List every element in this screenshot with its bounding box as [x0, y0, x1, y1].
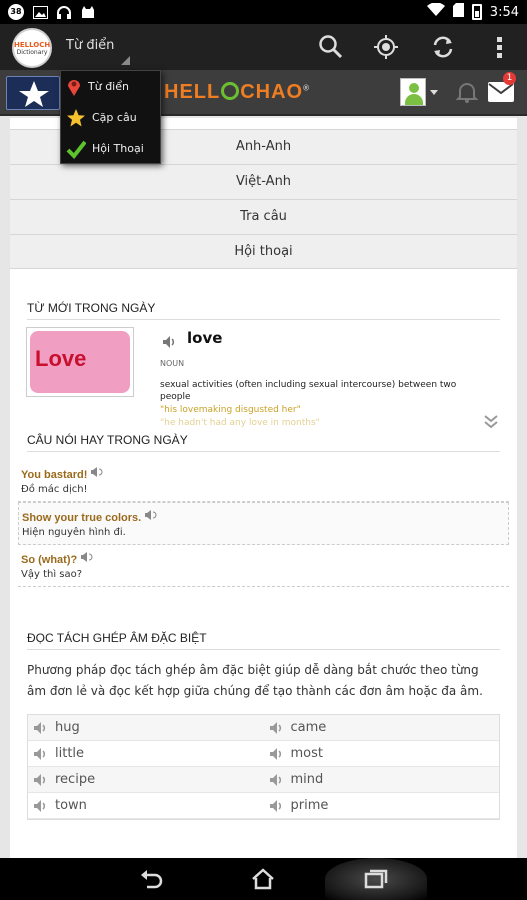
chevron-down-icon[interactable] — [430, 90, 438, 95]
headset-icon — [56, 4, 72, 20]
table-row: town prime — [28, 793, 499, 819]
speaker-icon — [34, 773, 46, 786]
phonics-word[interactable]: hug — [28, 715, 264, 740]
word-title: love — [187, 329, 223, 347]
spinner-arrow-icon[interactable] — [121, 56, 130, 65]
mail-badge: 1 — [503, 72, 516, 85]
section-title: TỪ MỚI TRONG NGÀY — [27, 301, 500, 320]
speaker-icon[interactable] — [90, 466, 104, 478]
action-bar: HELLOCHAO Dictionary Từ điển — [0, 24, 527, 70]
phrase-item[interactable]: Show your true colors. Hiện nguyên hình … — [18, 502, 509, 545]
status-bar: 38 3:54 — [0, 0, 527, 24]
mail-icon[interactable] — [488, 82, 514, 102]
speaker-icon — [269, 799, 281, 812]
dictionary-spinner-label[interactable]: Từ điển — [66, 38, 114, 53]
notification-count-icon: 38 — [8, 4, 24, 20]
bell-icon[interactable] — [455, 80, 479, 104]
search-icon[interactable] — [318, 34, 344, 60]
brand-logo: HELL CHAO® — [164, 81, 311, 103]
clock-text: 3:54 — [489, 4, 519, 20]
table-row: hug came — [28, 715, 499, 741]
back-icon[interactable] — [138, 867, 164, 891]
system-nav-bar — [0, 858, 527, 900]
speaker-icon — [34, 747, 46, 760]
phonics-word[interactable]: recipe — [28, 767, 264, 792]
expand-more-icon[interactable] — [483, 413, 499, 429]
phonics-description: Phương pháp đọc tách ghép âm đặc biệt gi… — [27, 663, 483, 698]
section-title: ĐỌC TÁCH GHÉP ÂM ĐẶC BIỆT — [27, 631, 500, 650]
speaker-icon[interactable] — [162, 335, 178, 349]
phonics-word-grid: hug came little most recipe mind town pr… — [27, 714, 500, 820]
menu-toggle-button[interactable] — [6, 76, 60, 110]
phrases-section: CÂU NÓI HAY TRONG NGÀY You bastard! Đồ m… — [10, 433, 517, 587]
phrase-item[interactable]: You bastard! Đồ mác dịch! — [18, 460, 509, 502]
word-of-day-section: TỪ MỚI TRONG NGÀY Love love NOUN sexual … — [10, 301, 517, 441]
menu-item-tra-cau[interactable]: Tra câu — [10, 199, 517, 234]
table-row: recipe mind — [28, 767, 499, 793]
wifi-icon — [426, 2, 445, 21]
dropdown-item-tu-dien[interactable]: Từ điển — [61, 71, 160, 102]
menu-item-hoi-thoai[interactable]: Hội thoại — [10, 234, 517, 269]
cat-icon — [80, 4, 96, 20]
example-sentence: "his lovemaking disgusted her" — [160, 405, 301, 415]
star-icon — [67, 108, 85, 126]
speaker-icon[interactable] — [144, 509, 158, 521]
avatar[interactable] — [400, 78, 426, 106]
speaker-icon — [34, 721, 46, 734]
home-icon[interactable] — [250, 867, 276, 891]
table-row: little most — [28, 741, 499, 767]
phonics-word[interactable]: most — [264, 741, 500, 766]
battery-icon — [471, 4, 482, 20]
recent-apps-icon[interactable] — [363, 867, 389, 891]
locate-icon[interactable] — [373, 34, 399, 60]
speaker-icon[interactable] — [80, 551, 94, 563]
phonics-word[interactable]: little — [28, 741, 264, 766]
word-image: Love — [26, 327, 134, 397]
map-pin-icon — [68, 79, 80, 96]
app-logo[interactable]: HELLOCHAO Dictionary — [12, 28, 52, 68]
speaker-icon — [34, 799, 46, 812]
mode-dropdown-menu: Từ điển Cặp câu Hội Thoại — [60, 70, 161, 164]
refresh-icon[interactable] — [430, 34, 456, 60]
main-content: Anh-Anh Việt-Anh Tra câu Hội thoại TỪ MỚ… — [10, 118, 517, 858]
phonics-word[interactable]: prime — [264, 793, 500, 818]
overflow-menu-icon[interactable] — [487, 34, 513, 60]
speaker-icon — [269, 773, 281, 786]
image-icon — [32, 4, 48, 20]
checkmark-icon — [66, 140, 86, 159]
speaker-icon — [269, 747, 281, 760]
dropdown-item-hoi-thoai[interactable]: Hội Thoại — [61, 133, 160, 164]
phonics-word[interactable]: came — [264, 715, 500, 740]
menu-item-viet-anh[interactable]: Việt-Anh — [10, 164, 517, 199]
speaker-icon — [269, 721, 281, 734]
phrase-item[interactable]: So (what)? Vậy thì sao? — [18, 545, 509, 587]
example-sentence: "he hadn't had any love in months" — [160, 418, 320, 428]
part-of-speech: NOUN — [160, 359, 185, 368]
phonics-section: ĐỌC TÁCH GHÉP ÂM ĐẶC BIỆT Phương pháp đọ… — [10, 631, 517, 820]
word-definition: sexual activities (often including sexua… — [160, 380, 457, 402]
sd-card-icon — [452, 3, 464, 21]
phonics-word[interactable]: town — [28, 793, 264, 818]
dropdown-item-cap-cau[interactable]: Cặp câu — [61, 102, 160, 133]
star-icon — [19, 81, 49, 107]
phonics-word[interactable]: mind — [264, 767, 500, 792]
